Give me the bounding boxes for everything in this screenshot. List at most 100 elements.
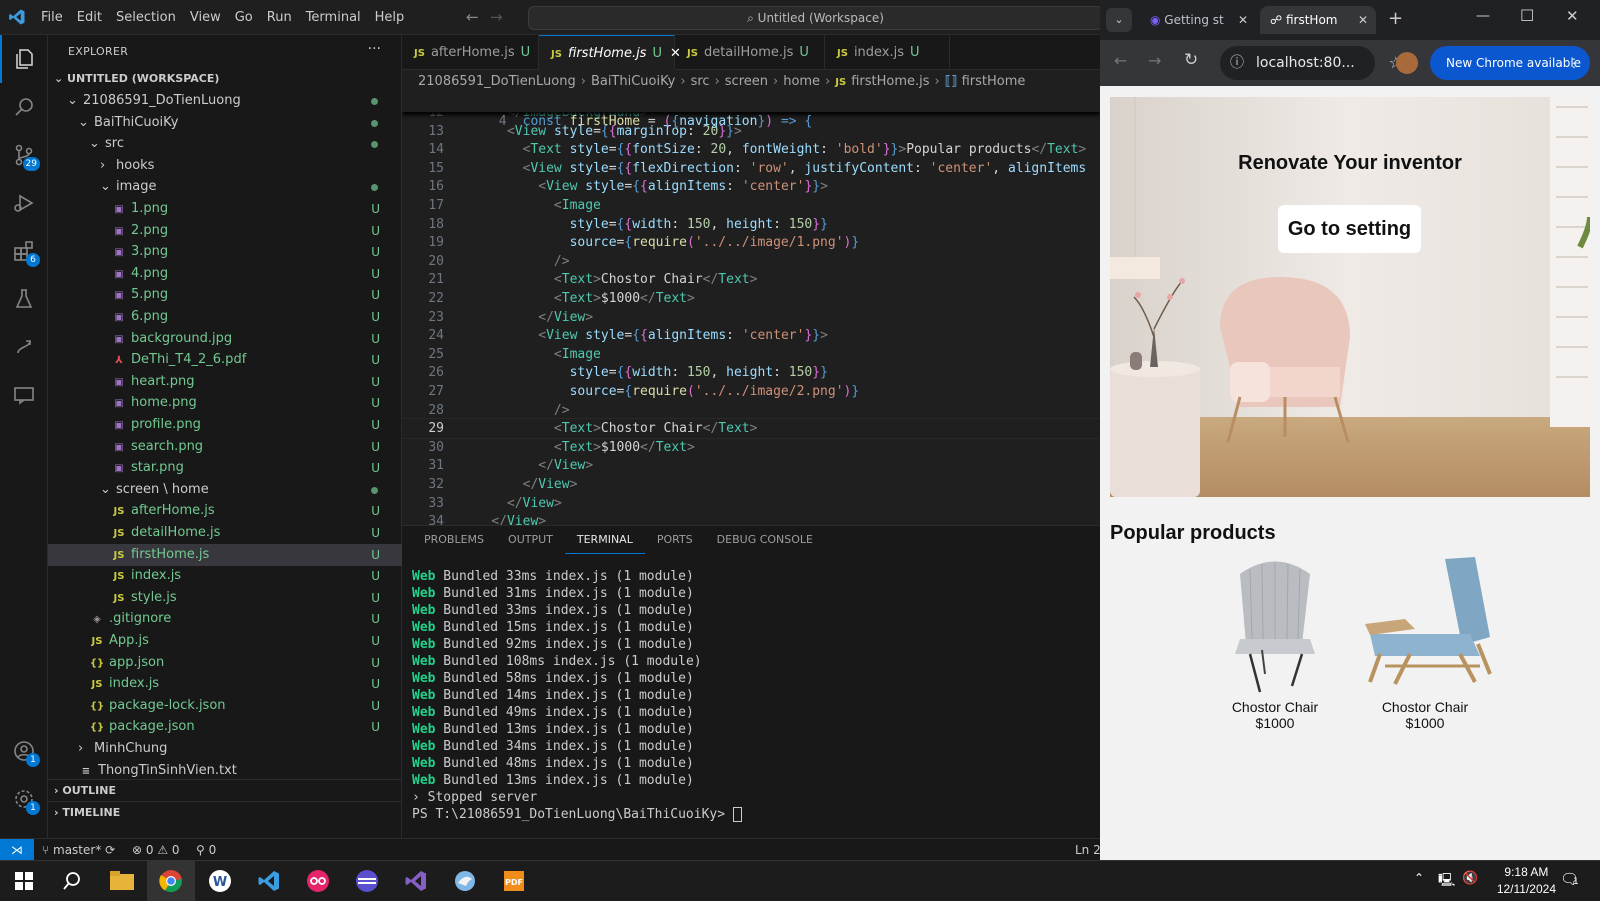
- tree-item[interactable]: JS detailHome.js U: [48, 522, 402, 544]
- windows-start-icon[interactable]: [0, 861, 48, 901]
- close-icon[interactable]: ✕: [1358, 6, 1368, 34]
- pdf-app-icon[interactable]: PDF: [490, 861, 538, 901]
- tree-item[interactable]: ⌄ screen \ home: [48, 479, 402, 501]
- vscode-taskbar-icon[interactable]: [245, 861, 293, 901]
- chevron-up-icon[interactable]: ⌃: [1414, 871, 1424, 885]
- tree-item[interactable]: ▣ search.png U: [48, 436, 402, 458]
- menu-help[interactable]: Help: [368, 0, 412, 35]
- visual-studio-icon[interactable]: [392, 861, 440, 901]
- tree-item[interactable]: ⅄ DeThi_T4_2_6.pdf U: [48, 349, 402, 371]
- app-oo-icon[interactable]: [294, 861, 342, 901]
- cursor-position[interactable]: Ln 2: [1075, 839, 1101, 861]
- tree-item[interactable]: ▣ 5.png U: [48, 284, 402, 306]
- breadcrumb-item[interactable]: firstHome.js: [851, 74, 929, 89]
- branch-indicator[interactable]: ⑂ master* ⟳: [42, 839, 115, 861]
- tree-item[interactable]: JS index.js U: [48, 673, 402, 695]
- panel-tab-terminal[interactable]: TERMINAL: [564, 526, 645, 554]
- tree-item[interactable]: ▣ background.jpg U: [48, 328, 402, 350]
- remote-explorer-icon[interactable]: [0, 323, 48, 371]
- breadcrumb-item[interactable]: screen: [725, 74, 768, 89]
- ports-indicator[interactable]: ⚲ 0: [196, 839, 216, 861]
- maximize-icon[interactable]: ☐: [1520, 6, 1534, 25]
- tree-item[interactable]: ▣ heart.png U: [48, 371, 402, 393]
- outline-section[interactable]: › OUTLINE: [48, 779, 402, 801]
- run-debug-icon[interactable]: [0, 179, 48, 227]
- tree-item[interactable]: JS style.js U: [48, 587, 402, 609]
- editor-tab[interactable]: JS detailHome.js U: [675, 35, 825, 70]
- menu-go[interactable]: Go: [228, 0, 260, 35]
- terminal-output[interactable]: Web Bundled 33ms index.js (1 module) Web …: [412, 568, 742, 823]
- editor-tab[interactable]: JS afterHome.js U: [402, 35, 539, 70]
- editor-tab[interactable]: JS firstHome.js U ✕: [539, 35, 681, 70]
- tree-item[interactable]: {} package-lock.json U: [48, 695, 402, 717]
- editor-tab[interactable]: JS index.js U: [825, 35, 950, 70]
- panel-tab-debug-console[interactable]: DEBUG CONSOLE: [705, 526, 825, 554]
- notification-icon[interactable]: 🗨1: [1560, 870, 1579, 888]
- reload-icon[interactable]: ↻: [1184, 50, 1198, 70]
- gear-icon[interactable]: 1: [0, 775, 48, 823]
- profile-avatar[interactable]: [1396, 52, 1418, 74]
- tree-item[interactable]: › MinhChung: [48, 738, 402, 760]
- volume-muted-icon[interactable]: 🔇: [1462, 871, 1478, 886]
- panel-tab-ports[interactable]: PORTS: [645, 526, 705, 554]
- product-card[interactable]: Chostor Chair $1000: [1350, 554, 1500, 731]
- new-chrome-available-button[interactable]: New Chrome available ⋮: [1430, 46, 1590, 80]
- breadcrumb-item[interactable]: 21086591_DoTienLuong: [418, 74, 576, 89]
- close-window-icon[interactable]: ✕: [1566, 7, 1579, 25]
- panel-tab-output[interactable]: OUTPUT: [496, 526, 565, 554]
- tree-item[interactable]: ▣ 6.png U: [48, 306, 402, 328]
- tree-item[interactable]: ◈ .gitignore U: [48, 608, 402, 630]
- taskbar-search-icon[interactable]: [48, 861, 96, 901]
- tree-item[interactable]: ⌄ image: [48, 176, 402, 198]
- terminal-prompt-line[interactable]: PS T:\21086591_DoTienLuong\BaiThiCuoiKy>: [412, 806, 742, 823]
- minimize-icon[interactable]: —: [1476, 8, 1490, 24]
- tree-item[interactable]: ▣ profile.png U: [48, 414, 402, 436]
- tree-item[interactable]: ⌄ 21086591_DoTienLuong: [48, 90, 402, 112]
- back-arrow-icon[interactable]: ←: [1114, 51, 1127, 70]
- tree-item[interactable]: ▣ star.png U: [48, 457, 402, 479]
- menu-terminal[interactable]: Terminal: [299, 0, 368, 35]
- tree-item[interactable]: ⌄ BaiThiCuoiKy: [48, 112, 402, 134]
- tree-item[interactable]: JS firstHome.js U: [48, 543, 402, 566]
- chat-icon[interactable]: [0, 371, 48, 419]
- tree-item[interactable]: JS App.js U: [48, 630, 402, 652]
- menu-selection[interactable]: Selection: [109, 0, 183, 35]
- network-icon[interactable]: 🖳: [1438, 871, 1455, 893]
- tree-item[interactable]: ⌄ src: [48, 133, 402, 155]
- app-bird-icon[interactable]: [441, 861, 489, 901]
- system-clock[interactable]: 9:18 AM 12/11/2024: [1497, 864, 1556, 898]
- tree-item[interactable]: ▣ 2.png U: [48, 220, 402, 242]
- tree-item[interactable]: ▣ home.png U: [48, 392, 402, 414]
- command-center[interactable]: ⌕ Untitled (Workspace): [528, 6, 1103, 30]
- chrome-taskbar-icon[interactable]: [147, 861, 195, 901]
- workspace-header[interactable]: ⌄ UNTITLED (WORKSPACE): [48, 68, 402, 90]
- problems-indicator[interactable]: ⊗ 0 ⚠ 0: [132, 839, 180, 861]
- forward-arrow-icon[interactable]: →: [490, 8, 503, 26]
- breadcrumb-item[interactable]: BaiThiCuoiKy: [591, 74, 675, 89]
- forward-arrow-icon[interactable]: →: [1148, 51, 1161, 70]
- file-explorer-icon[interactable]: [98, 861, 146, 901]
- tree-item[interactable]: JS afterHome.js U: [48, 500, 402, 522]
- back-arrow-icon[interactable]: ←: [466, 8, 479, 26]
- timeline-section[interactable]: › TIMELINE: [48, 801, 402, 823]
- code-editor[interactable]: 4 const firstHome = ({navigation}) => { 1…: [402, 93, 1100, 525]
- tree-item[interactable]: ▣ 4.png U: [48, 263, 402, 285]
- chrome-tab-getting-started[interactable]: ◉ Getting st ✕: [1140, 6, 1256, 34]
- tree-item[interactable]: ▣ 1.png U: [48, 198, 402, 220]
- breadcrumb-item[interactable]: home: [783, 74, 820, 89]
- app-w-icon[interactable]: W: [196, 861, 244, 901]
- new-tab-icon[interactable]: +: [1388, 8, 1403, 29]
- chrome-tab-firsthome[interactable]: ☍ firstHom ✕: [1260, 6, 1376, 34]
- extensions-icon[interactable]: 6: [0, 227, 48, 275]
- menu-edit[interactable]: Edit: [70, 0, 109, 35]
- breadcrumb-item[interactable]: src: [691, 74, 710, 89]
- remote-indicator-icon[interactable]: ⋊: [0, 839, 34, 861]
- testing-icon[interactable]: [0, 275, 48, 323]
- tree-item[interactable]: ▣ 3.png U: [48, 241, 402, 263]
- close-icon[interactable]: ✕: [1238, 6, 1248, 34]
- explorer-icon[interactable]: [0, 35, 48, 83]
- go-to-setting-button[interactable]: Go to setting: [1278, 205, 1421, 253]
- accounts-icon[interactable]: 1: [0, 727, 48, 775]
- menu-view[interactable]: View: [183, 0, 228, 35]
- breadcrumb-item[interactable]: firstHome: [962, 74, 1026, 89]
